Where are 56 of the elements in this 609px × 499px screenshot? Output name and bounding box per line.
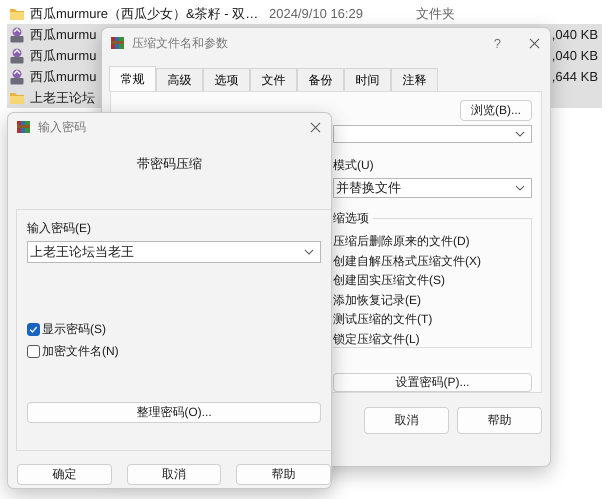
file-name: 西瓜murmu: [30, 26, 96, 44]
option-label[interactable]: 测试压缩的文件(T): [333, 311, 531, 328]
archive-name-field[interactable]: [333, 125, 532, 143]
file-name: 西瓜murmure（西瓜少女）&茶籽 - 双…: [30, 4, 258, 22]
chevron-icon: [304, 249, 314, 255]
checkbox[interactable]: [27, 323, 40, 336]
dialog-heading: 带密码压缩: [136, 155, 203, 173]
update-mode-dropdown[interactable]: 并替换文件: [333, 178, 532, 198]
dialog-button[interactable]: 帮助: [236, 464, 332, 485]
dialog-button[interactable]: 取消: [364, 407, 449, 434]
group-title: 缩选项: [333, 210, 373, 227]
option-label[interactable]: 创建自解压格式压缩文件(X): [333, 252, 531, 269]
browse-button[interactable]: 浏览(B)...: [460, 100, 532, 121]
dialog-button[interactable]: 取消: [126, 464, 222, 485]
window-title: 输入密码: [38, 118, 86, 136]
file-size: ,040 KB: [552, 48, 598, 63]
tab[interactable]: 高级: [156, 68, 203, 91]
archive-icon: [9, 26, 25, 42]
tab[interactable]: 常规: [109, 66, 156, 91]
chevron-icon: [515, 131, 525, 137]
chevron-icon: [515, 185, 525, 191]
file-name: 上老王论坛: [30, 88, 95, 106]
organize-passwords-button[interactable]: 整理密码(O)...: [27, 402, 321, 423]
option-label[interactable]: 压缩后删除原来的文件(D): [333, 233, 531, 250]
field-label: 模式(U): [333, 157, 375, 174]
file-size: ,644 KB: [552, 69, 598, 84]
file-size: ,040 KB: [552, 27, 598, 42]
close-icon[interactable]: [529, 38, 540, 48]
password-field[interactable]: 上老王论坛当老王: [27, 241, 321, 263]
option-label[interactable]: 创建固实压缩文件(S): [333, 272, 531, 288]
option-label[interactable]: 添加恢复记录(E): [333, 292, 531, 308]
option-label[interactable]: 锁定压缩文件(L): [333, 330, 531, 347]
books-icon: [16, 119, 32, 135]
dialog-button[interactable]: 确定: [17, 464, 112, 485]
field-label: 输入密码(E): [27, 220, 92, 237]
books-icon: [110, 35, 126, 51]
archive-icon: [9, 68, 25, 84]
checkbox[interactable]: [27, 345, 40, 358]
set-password-button[interactable]: 设置密码(P)...: [333, 373, 532, 392]
file-date: 2024/9/10 16:29: [269, 6, 363, 21]
archive-icon: [9, 48, 25, 64]
dialog-button[interactable]: 帮助: [457, 407, 542, 434]
window-title: 压缩文件名和参数: [132, 34, 228, 52]
file-name: 西瓜murmu: [30, 46, 96, 64]
tab[interactable]: 文件: [250, 68, 297, 91]
close-icon[interactable]: [310, 122, 321, 132]
checkbox-label[interactable]: 加密文件名(N): [42, 343, 119, 360]
file-name: 西瓜murmu: [30, 68, 96, 86]
help-button[interactable]: ?: [494, 36, 501, 50]
checkbox-label[interactable]: 显示密码(S): [42, 321, 106, 338]
file-row[interactable]: 西瓜murmure（西瓜少女）&茶籽 - 双… 2024/9/10 16:29 文件夹: [7, 3, 602, 24]
tab[interactable]: 注释: [391, 68, 438, 91]
file-type: 文件夹: [416, 4, 455, 22]
tab[interactable]: 备份: [297, 68, 344, 91]
tab[interactable]: 选项: [203, 68, 250, 91]
tab[interactable]: 时间: [344, 68, 391, 91]
